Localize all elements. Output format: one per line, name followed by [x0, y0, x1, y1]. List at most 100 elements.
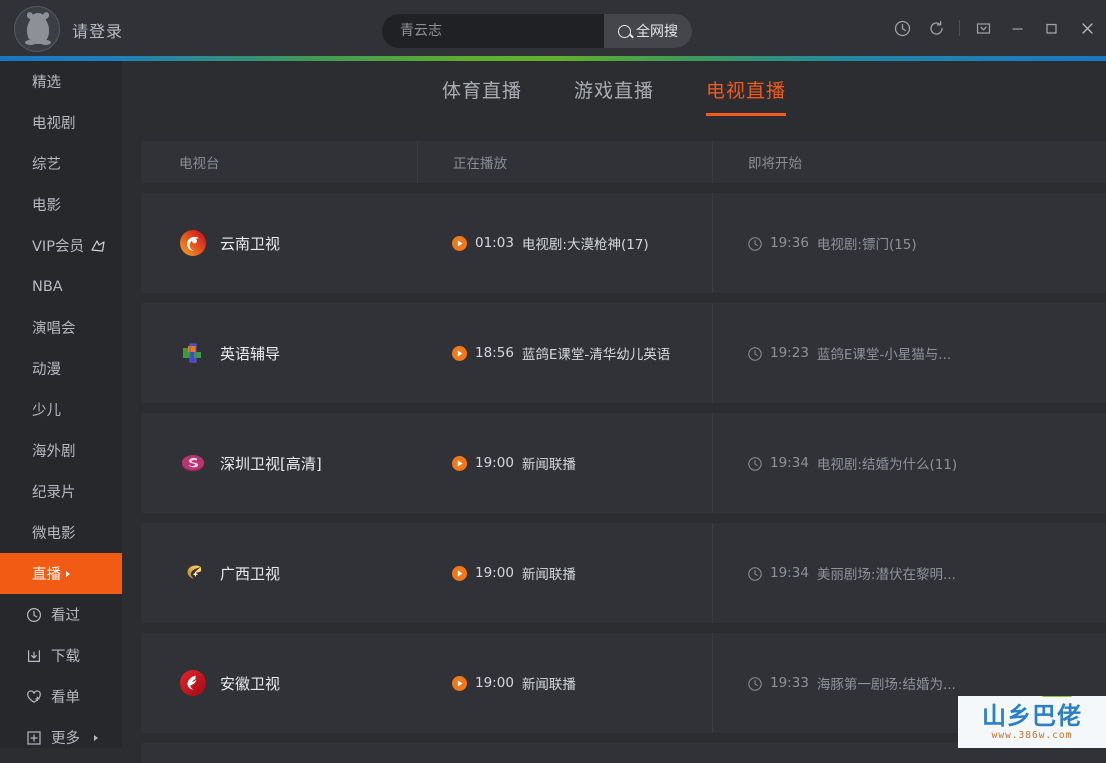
- channel-name: 广西卫视: [220, 564, 281, 583]
- history-clock-icon: [26, 607, 42, 623]
- search-input[interactable]: [382, 14, 604, 48]
- tv-schedule-table: 电视台 正在播放 即将开始 云南卫视 01:03 电视剧:大漠枪神(17) 19…: [141, 141, 1106, 763]
- channel-name: 英语辅导: [220, 344, 281, 363]
- channel-cell[interactable]: 安徽卫视: [141, 633, 417, 733]
- sidebar-item-haiwaiju[interactable]: 海外剧: [0, 430, 122, 471]
- watermark-logo: 山乡巴佬: [982, 700, 1082, 730]
- plus-box-icon: [26, 730, 42, 746]
- clock-icon: [748, 676, 762, 691]
- play-icon: [452, 455, 467, 471]
- qq-penguin-avatar-icon[interactable]: [14, 6, 60, 52]
- upcoming-title: 电视剧:镖门(15): [816, 237, 917, 253]
- sidebar-item-vip[interactable]: VIP会员: [0, 225, 122, 266]
- channel-cell[interactable]: 深圳卫视[高清]: [141, 413, 417, 513]
- table-row[interactable]: 英语辅导 18:56 蓝鸽E课堂-清华幼儿英语 19:23 蓝鸽E课堂-小星猫与…: [141, 303, 1106, 403]
- now-playing-time: 01:03: [475, 235, 514, 251]
- maximize-icon[interactable]: [1034, 0, 1068, 56]
- guangxi-tv-logo-icon: [179, 559, 207, 587]
- upcoming-title: 海豚第一剧场:结婚为...: [816, 677, 956, 693]
- tab-sports-live[interactable]: 体育直播: [442, 76, 522, 116]
- play-icon: [452, 675, 467, 691]
- channel-name: 深圳卫视[高清]: [220, 454, 322, 473]
- channel-cell[interactable]: 云南卫视: [141, 193, 417, 293]
- upcoming-cell[interactable]: 19:34 美丽剧场:潜伏在黎明...: [712, 523, 1106, 623]
- now-playing-title: 新闻联播: [521, 457, 576, 473]
- sidebar-item-dianshiju[interactable]: 电视剧: [0, 102, 122, 143]
- play-icon: [452, 565, 467, 581]
- sidebar-item-label: 海外剧: [32, 444, 76, 460]
- now-playing-cell[interactable]: 19:00 新闻联播: [417, 633, 712, 733]
- upcoming-title: 美丽剧场:潜伏在黎明...: [816, 567, 956, 583]
- close-icon[interactable]: [1068, 0, 1106, 56]
- minimize-icon[interactable]: [1000, 0, 1034, 56]
- now-playing-time: 19:00: [475, 455, 514, 471]
- now-playing-cell[interactable]: 18:56 蓝鸽E课堂-清华幼儿英语: [417, 303, 712, 403]
- download-icon: [26, 648, 42, 664]
- channel-name: 云南卫视: [220, 234, 281, 253]
- upcoming-title: 电视剧:结婚为什么(11): [816, 457, 958, 473]
- sidebar-item-nba[interactable]: NBA: [0, 266, 122, 307]
- table-row[interactable]: 深圳卫视[高清] 19:00 新闻联播 19:34 电视剧:结婚为什么(11): [141, 413, 1106, 513]
- now-playing-cell[interactable]: 19:00 新闻联播: [417, 413, 712, 513]
- refresh-icon[interactable]: [919, 0, 953, 56]
- channel-name: 安徽卫视: [220, 674, 281, 693]
- login-link[interactable]: 请登录: [72, 18, 123, 42]
- sidebar-item-yanchanghui[interactable]: 演唱会: [0, 307, 122, 348]
- play-icon: [452, 235, 467, 251]
- search-icon: [618, 24, 631, 38]
- sidebar-item-weidianying[interactable]: 微电影: [0, 512, 122, 553]
- upcoming-title: 蓝鸽E课堂-小星猫与...: [816, 347, 952, 363]
- sidebar-item-kanguo[interactable]: 看过: [0, 594, 122, 635]
- upcoming-time: 19:34: [770, 455, 809, 471]
- english-tutor-logo-icon: [179, 339, 207, 367]
- now-playing-cell[interactable]: 01:03 电视剧:大漠枪神(17): [417, 193, 712, 293]
- upcoming-cell[interactable]: 19:34 电视剧:结婚为什么(11): [712, 413, 1106, 513]
- sidebar-item-label: 电视剧: [32, 116, 76, 132]
- avatar[interactable]: [14, 6, 60, 52]
- search-button[interactable]: 全网搜: [604, 14, 692, 48]
- sidebar-item-shaoer[interactable]: 少儿: [0, 389, 122, 430]
- sidebar-item-label: 综艺: [32, 157, 61, 173]
- clock-icon: [748, 346, 762, 361]
- sidebar-item-jingxuan[interactable]: 精选: [0, 61, 122, 102]
- mini-window-icon[interactable]: [966, 0, 1000, 56]
- sidebar-item-zhibo[interactable]: 直播: [0, 553, 122, 594]
- sidebar-item-dongman[interactable]: 动漫: [0, 348, 122, 389]
- sidebar-item-dianying[interactable]: 电影: [0, 184, 122, 225]
- sidebar-item-kandan[interactable]: 看单: [0, 676, 122, 717]
- sidebar-item-zongyi[interactable]: 综艺: [0, 143, 122, 184]
- play-icon: [452, 345, 467, 361]
- channel-cell[interactable]: 广西卫视: [141, 523, 417, 623]
- now-playing-time: 19:00: [475, 565, 514, 581]
- sidebar: 精选 电视剧 综艺 电影 VIP会员 NBA 演唱会 动漫 少儿 海外剧 纪录片…: [0, 61, 122, 748]
- tab-tv-live[interactable]: 电视直播: [706, 76, 787, 116]
- now-playing-title: 电视剧:大漠枪神(17): [521, 237, 649, 253]
- vip-crown-icon: [90, 239, 106, 253]
- live-category-tabs: 体育直播 游戏直播 电视直播: [122, 61, 1106, 131]
- upcoming-time: 19:34: [770, 565, 809, 581]
- search-box[interactable]: 全网搜: [382, 14, 692, 48]
- sidebar-item-jilupian[interactable]: 纪录片: [0, 471, 122, 512]
- sidebar-item-label: 直播: [32, 567, 61, 583]
- watermark-url: www.386w.com: [991, 729, 1073, 741]
- sidebar-tool-label: 下载: [51, 649, 80, 665]
- channel-cell[interactable]: 英语辅导: [141, 303, 417, 403]
- now-playing-cell[interactable]: 19:00 新闻联播: [417, 523, 712, 623]
- sidebar-tool-label: 看过: [51, 608, 80, 624]
- tab-game-live[interactable]: 游戏直播: [574, 76, 654, 116]
- sidebar-item-gengduo[interactable]: 更多: [0, 717, 122, 758]
- upcoming-cell[interactable]: 19:36 电视剧:镖门(15): [712, 193, 1106, 293]
- sidebar-item-xiazai[interactable]: 下载: [0, 635, 122, 676]
- upcoming-cell[interactable]: 19:23 蓝鸽E课堂-小星猫与...: [712, 303, 1106, 403]
- anhui-tv-logo-icon: [179, 669, 207, 697]
- clock-icon: [748, 236, 762, 251]
- table-row[interactable]: 广西卫视 19:00 新闻联播 19:34 美丽剧场:潜伏在黎明...: [141, 523, 1106, 623]
- window-controls: [885, 0, 1106, 56]
- sidebar-item-label: 少儿: [32, 403, 61, 419]
- upcoming-time: 19:33: [770, 675, 809, 691]
- history-icon[interactable]: [885, 0, 919, 56]
- sidebar-tool-label: 更多: [51, 731, 80, 747]
- table-row[interactable]: 云南卫视 01:03 电视剧:大漠枪神(17) 19:36 电视剧:镖门(15): [141, 193, 1106, 293]
- title-bar: 请登录 全网搜: [0, 0, 1106, 56]
- search-button-label: 全网搜: [636, 24, 678, 40]
